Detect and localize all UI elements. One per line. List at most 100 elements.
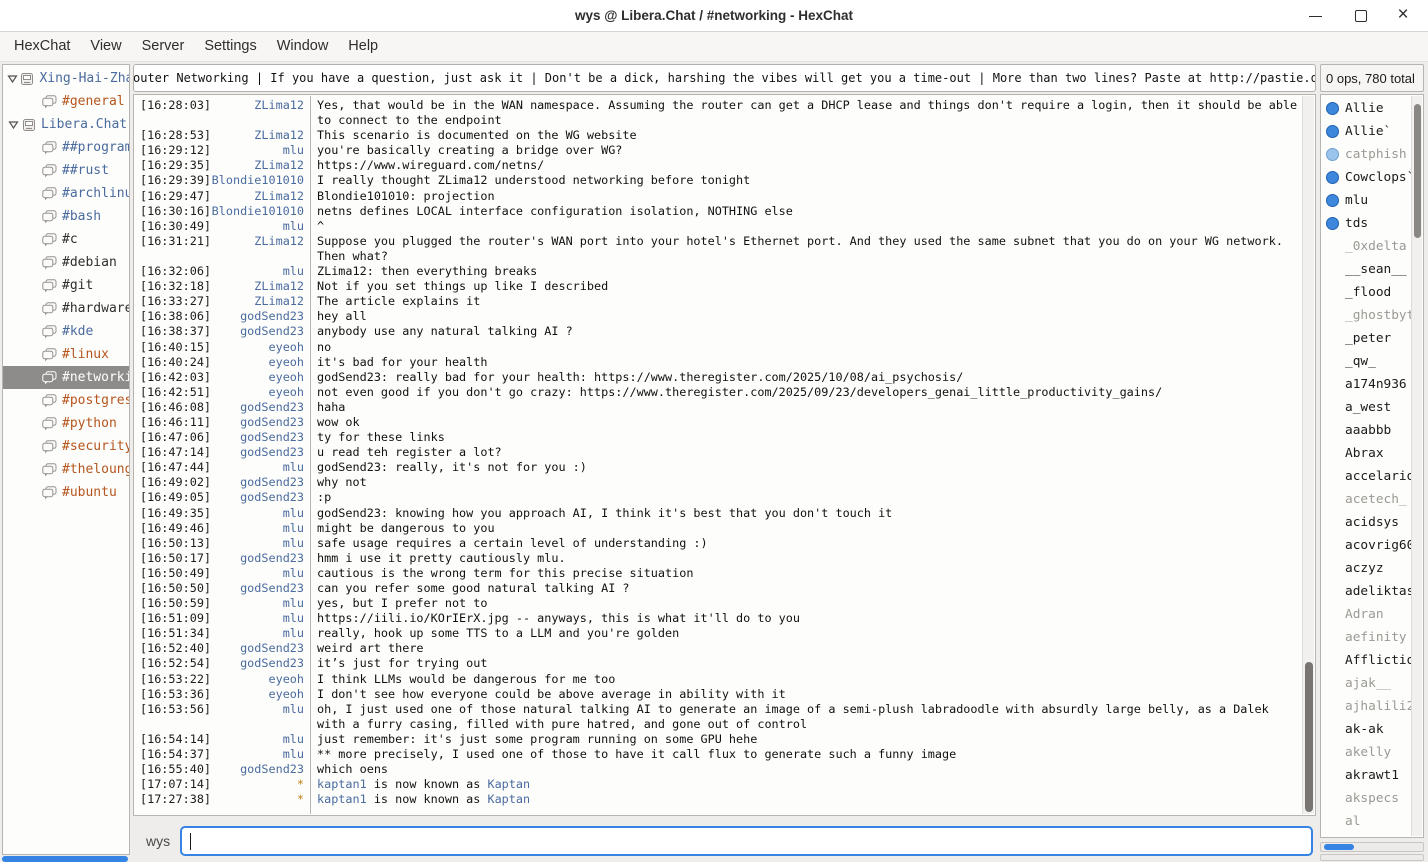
userlist-hscrollbar[interactable]: [1320, 842, 1424, 852]
tree-channel-postgresql[interactable]: #postgresql: [3, 389, 129, 412]
minimize-button[interactable]: [1298, 0, 1332, 31]
menu-item-settings[interactable]: Settings: [194, 32, 266, 61]
user-row-aefinity[interactable]: aefinity: [1321, 626, 1423, 649]
user-row-affliction[interactable]: Affliction: [1321, 649, 1423, 672]
minimize-icon: [1309, 16, 1322, 18]
titlebar[interactable]: wys @ Libera.Chat / #networking - HexCha…: [0, 0, 1428, 32]
user-row-_flood[interactable]: _flood: [1321, 281, 1423, 304]
tree-channel-git[interactable]: #git: [3, 274, 129, 297]
userlist-hscrollbar-track[interactable]: [1320, 854, 1424, 861]
expander-icon[interactable]: [7, 120, 20, 130]
userlist-scrollbar[interactable]: [1411, 96, 1422, 836]
message-timestamp: [16:42:51]: [140, 385, 211, 400]
tree-channel-archlinux[interactable]: #archlinux: [3, 182, 129, 205]
message-timestamp: [16:50:49]: [140, 566, 211, 581]
user-row-allie[interactable]: Allie: [1321, 97, 1423, 120]
chat-message-row: [16:49:46]mlumight be dangerous to you: [140, 521, 1301, 536]
menu-item-hexchat[interactable]: HexChat: [4, 32, 80, 61]
user-row-aczyz[interactable]: aczyz: [1321, 557, 1423, 580]
menu-item-window[interactable]: Window: [267, 32, 339, 61]
user-row-mlu[interactable]: mlu: [1321, 189, 1423, 212]
user-row-al[interactable]: al: [1321, 810, 1423, 833]
user-row-_0xdelta[interactable]: _0xdelta: [1321, 235, 1423, 258]
chat-message-row: [16:28:03]ZLima12Yes, that would be in t…: [140, 98, 1301, 128]
user-row-acidsys[interactable]: acidsys: [1321, 511, 1423, 534]
tree-hscrollbar[interactable]: [2, 856, 128, 862]
tree-channel-debian[interactable]: #debian: [3, 251, 129, 274]
chat-scrollbar[interactable]: [1302, 96, 1314, 814]
user-row-a174n936[interactable]: a174n936: [1321, 373, 1423, 396]
user-row-ald[interactable]: ald: [1321, 833, 1423, 838]
tree-network-xing-hai-zhan[interactable]: Xing-Hai-Zhan: [3, 67, 129, 90]
user-row-akelly[interactable]: akelly: [1321, 741, 1423, 764]
menu-item-server[interactable]: Server: [132, 32, 195, 61]
message-timestamp: [16:46:08]: [140, 400, 211, 415]
chat-message-row: [16:50:13]mlusafe usage requires a certa…: [140, 536, 1301, 551]
user-row-abrax[interactable]: Abrax: [1321, 442, 1423, 465]
userlist-scrollbar-handle[interactable]: [1414, 104, 1421, 238]
topic-bar[interactable]: outer Networking | If you have a questio…: [133, 64, 1316, 92]
close-button[interactable]: ×: [1386, 0, 1420, 31]
user-row-adeliktas[interactable]: adeliktas: [1321, 580, 1423, 603]
user-row-a_west[interactable]: a_west: [1321, 396, 1423, 419]
chat-message-row: [16:31:21]ZLima12Suppose you plugged the…: [140, 234, 1301, 264]
user-nick: akspecs: [1345, 791, 1399, 806]
channel-label: #git: [62, 278, 93, 293]
tree-network-libera.chat[interactable]: Libera.Chat: [3, 113, 129, 136]
user-row-ak-ak[interactable]: ak-ak: [1321, 718, 1423, 741]
user-row-acovrig60[interactable]: acovrig60: [1321, 534, 1423, 557]
tree-channel-linux[interactable]: #linux: [3, 343, 129, 366]
tree-channel-general[interactable]: #general: [3, 90, 129, 113]
tree-channel-thelounge[interactable]: #thelounge: [3, 458, 129, 481]
tree-channel-hardware[interactable]: #hardware: [3, 297, 129, 320]
userlist-hscrollbar-handle[interactable]: [1324, 844, 1354, 850]
user-row-adran[interactable]: Adran: [1321, 603, 1423, 626]
maximize-button[interactable]: [1344, 0, 1378, 31]
tree-channel-rust[interactable]: ##rust: [3, 159, 129, 182]
user-row-aaabbb[interactable]: aaabbb: [1321, 419, 1423, 442]
chat-message-row: [16:47:14]godSend23u read teh register a…: [140, 445, 1301, 460]
tree-channel-bash[interactable]: #bash: [3, 205, 129, 228]
user-row-acetech_[interactable]: acetech_: [1321, 488, 1423, 511]
expander-icon[interactable]: [7, 74, 18, 84]
message-text: u read teh register a lot?: [304, 445, 1301, 460]
tree-channel-programming[interactable]: ##programming: [3, 136, 129, 159]
message-timestamp: [16:49:02]: [140, 475, 211, 490]
user-row-cowclops`[interactable]: Cowclops`: [1321, 166, 1423, 189]
message-input[interactable]: [180, 826, 1313, 856]
user-list: AllieAllie`catphishCowclops`mlutds_0xdel…: [1320, 94, 1424, 838]
message-timestamp: [16:50:50]: [140, 581, 211, 596]
message-text: The article explains it: [304, 294, 1301, 309]
user-row-__sean__[interactable]: __sean__: [1321, 258, 1423, 281]
message-text: no: [304, 340, 1301, 355]
user-nick: _peter: [1345, 331, 1391, 346]
user-row-akrawt1[interactable]: akrawt1: [1321, 764, 1423, 787]
chat-message-row: [16:49:05]godSend23:p: [140, 490, 1301, 505]
menu-item-help[interactable]: Help: [338, 32, 388, 61]
user-row-allie`[interactable]: Allie`: [1321, 120, 1423, 143]
channel-icon: [42, 348, 57, 362]
tree-channel-security[interactable]: #security: [3, 435, 129, 458]
channel-label: #debian: [62, 255, 117, 270]
user-row-_peter[interactable]: _peter: [1321, 327, 1423, 350]
user-row-ajhalili2[interactable]: ajhalili2: [1321, 695, 1423, 718]
user-row-akspecs[interactable]: akspecs: [1321, 787, 1423, 810]
chat-message-row: [16:50:50]godSend23can you refer some go…: [140, 581, 1301, 596]
message-timestamp: [16:49:35]: [140, 506, 211, 521]
tree-channel-networking[interactable]: #networking: [3, 366, 129, 389]
user-row-ajak__[interactable]: ajak__: [1321, 672, 1423, 695]
user-row-_ghostbyte[interactable]: _ghostbyte: [1321, 304, 1423, 327]
user-row-tds[interactable]: tds: [1321, 212, 1423, 235]
user-row-_qw_[interactable]: _qw_: [1321, 350, 1423, 373]
tree-channel-c[interactable]: #c: [3, 228, 129, 251]
chat-message-row: [16:49:35]mlugodSend23: knowing how you …: [140, 506, 1301, 521]
message-nick: ZLima12: [211, 189, 304, 204]
tree-channel-kde[interactable]: #kde: [3, 320, 129, 343]
menu-item-view[interactable]: View: [80, 32, 131, 61]
message-text: Yes, that would be in the WAN namespace.…: [304, 98, 1301, 128]
user-row-accelario[interactable]: accelario: [1321, 465, 1423, 488]
tree-channel-ubuntu[interactable]: #ubuntu: [3, 481, 129, 504]
tree-channel-python[interactable]: #python: [3, 412, 129, 435]
chat-scrollbar-handle[interactable]: [1305, 662, 1313, 812]
user-row-catphish[interactable]: catphish: [1321, 143, 1423, 166]
